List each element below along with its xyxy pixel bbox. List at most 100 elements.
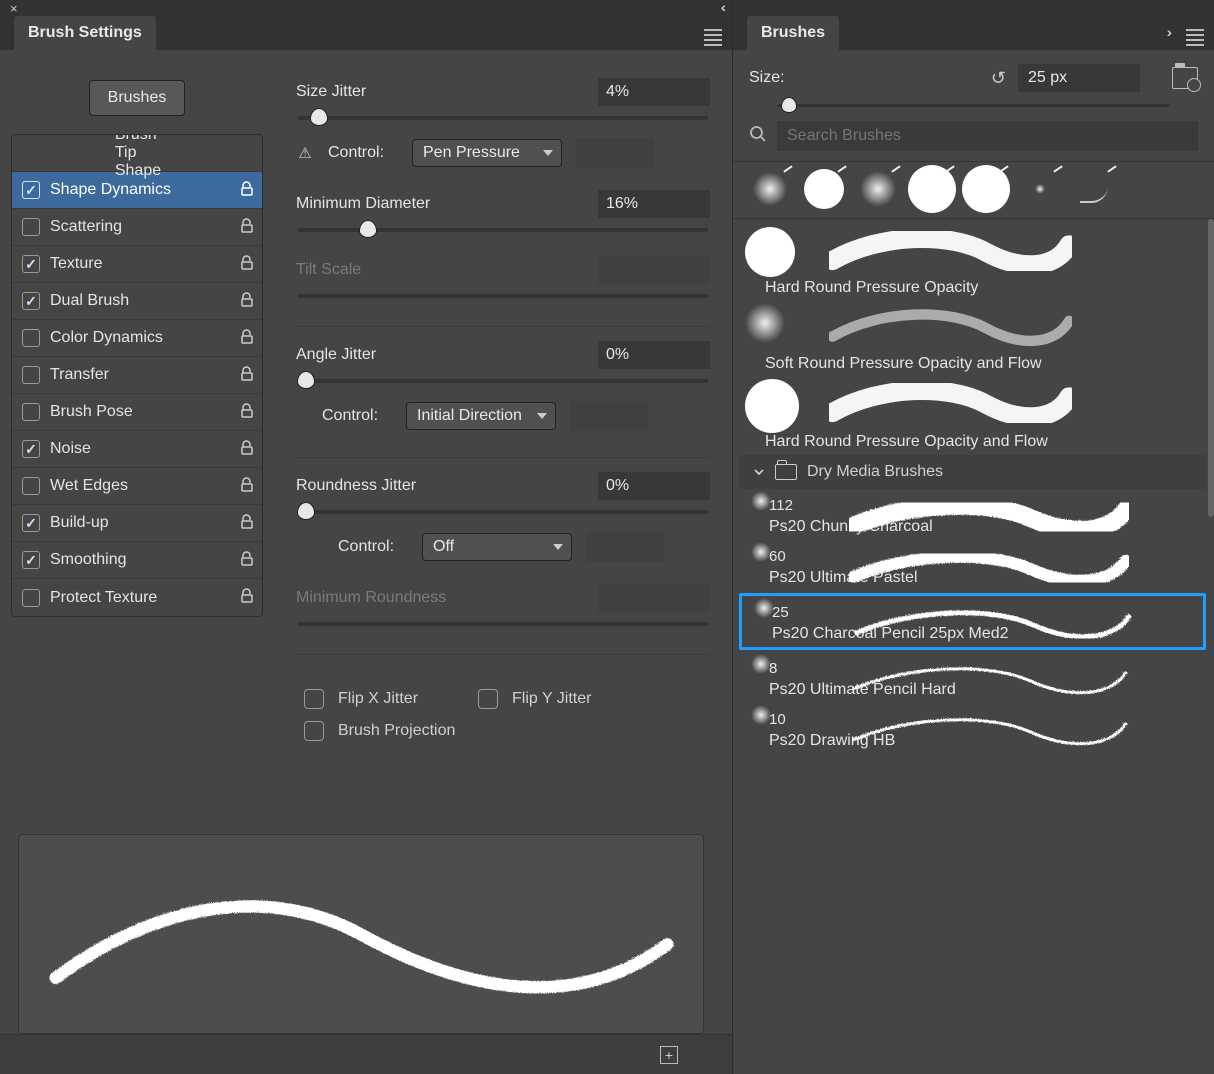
angle-jitter-slider[interactable]: [298, 379, 708, 383]
lock-icon[interactable]: [240, 329, 254, 348]
roundness-jitter-slider[interactable]: [298, 510, 708, 514]
brush-item[interactable]: 8Ps20 Ultimate Pencil Hard: [739, 652, 1206, 703]
collapse-panel-icon[interactable]: ‹‹: [721, 0, 722, 15]
brush-item[interactable]: 10Ps20 Drawing HB: [739, 703, 1206, 754]
option-checkbox[interactable]: [22, 366, 40, 384]
roundness-jitter-value[interactable]: 0%: [598, 472, 710, 500]
lock-icon[interactable]: [240, 292, 254, 311]
option-noise[interactable]: Noise: [12, 431, 262, 468]
recent-brush[interactable]: [851, 166, 905, 212]
recent-brush[interactable]: [1067, 166, 1121, 212]
option-checkbox[interactable]: [22, 292, 40, 310]
tilt-scale-label: Tilt Scale: [296, 261, 361, 279]
option-checkbox[interactable]: [22, 255, 40, 273]
min-roundness-label: Minimum Roundness: [296, 589, 446, 607]
size-control-label: Control:: [328, 144, 398, 162]
panel-menu-icon-right[interactable]: [1186, 26, 1204, 53]
lock-icon[interactable]: [240, 218, 254, 237]
brush-item[interactable]: Hard Round Pressure Opacity and Flow: [739, 377, 1206, 455]
size-control-select[interactable]: Pen Pressure: [412, 139, 562, 167]
angle-control-extra: [570, 401, 648, 431]
folder-dry-media[interactable]: Dry Media Brushes: [739, 455, 1206, 489]
size-jitter-value[interactable]: 4%: [598, 78, 710, 106]
option-checkbox[interactable]: [22, 329, 40, 347]
recent-brush[interactable]: [959, 166, 1013, 212]
option-protect-texture[interactable]: Protect Texture: [12, 579, 262, 616]
brush-item[interactable]: Soft Round Pressure Opacity and Flow: [739, 301, 1206, 377]
roundness-jitter-label: Roundness Jitter: [296, 477, 416, 495]
tilt-scale-group: Tilt Scale: [296, 256, 710, 316]
size-jitter-label: Size Jitter: [296, 83, 366, 101]
expand-panel-icon[interactable]: ››: [1167, 24, 1168, 40]
size-slider[interactable]: [777, 104, 1170, 107]
option-checkbox[interactable]: [22, 551, 40, 569]
size-value-input[interactable]: 25 px: [1018, 64, 1140, 92]
tab-bar: Brush Settings: [0, 14, 732, 50]
brush-item[interactable]: 112Ps20 Chunky Charcoal: [739, 489, 1206, 540]
size-jitter-slider[interactable]: [298, 116, 708, 120]
lock-icon[interactable]: [240, 440, 254, 459]
recent-brush[interactable]: [905, 166, 959, 212]
option-color-dynamics[interactable]: Color Dynamics: [12, 320, 262, 357]
search-icon: [749, 125, 767, 148]
new-preset-icon[interactable]: +: [660, 1046, 678, 1064]
size-label: Size:: [749, 69, 809, 87]
recent-brush[interactable]: [743, 166, 797, 212]
brush-item[interactable]: Hard Round Pressure Opacity: [739, 225, 1206, 301]
lock-icon[interactable]: [240, 514, 254, 533]
option-label: Protect Texture: [50, 589, 230, 607]
brush-projection-checkbox[interactable]: Brush Projection: [304, 721, 455, 741]
lock-icon[interactable]: [240, 181, 254, 200]
option-dual-brush[interactable]: Dual Brush: [12, 283, 262, 320]
brush-item[interactable]: 25Ps20 Charcoal Pencil 25px Med2: [742, 596, 1203, 647]
load-brushes-icon[interactable]: [1172, 67, 1198, 89]
option-brush-pose[interactable]: Brush Pose: [12, 394, 262, 431]
lock-icon[interactable]: [240, 366, 254, 385]
option-label: Noise: [50, 440, 230, 458]
recent-brush[interactable]: [1013, 166, 1067, 212]
option-checkbox[interactable]: [22, 589, 40, 607]
option-scattering[interactable]: Scattering: [12, 209, 262, 246]
min-diameter-value[interactable]: 16%: [598, 190, 710, 218]
option-wet-edges[interactable]: Wet Edges: [12, 468, 262, 505]
brushes-button[interactable]: Brushes: [89, 80, 186, 116]
option-build-up[interactable]: Build-up: [12, 505, 262, 542]
brush-list[interactable]: Hard Round Pressure OpacitySoft Round Pr…: [733, 219, 1214, 1074]
option-checkbox[interactable]: [22, 403, 40, 421]
flip-x-jitter-checkbox[interactable]: Flip X Jitter: [304, 689, 418, 709]
option-label: Scattering: [50, 218, 230, 236]
lock-icon[interactable]: [240, 403, 254, 422]
angle-jitter-label: Angle Jitter: [296, 346, 376, 364]
min-roundness-value: [598, 584, 710, 612]
brush-item[interactable]: 60Ps20 Ultimate Pastel: [739, 540, 1206, 591]
flip-y-jitter-checkbox[interactable]: Flip Y Jitter: [478, 689, 591, 709]
lock-icon[interactable]: [240, 551, 254, 570]
option-smoothing[interactable]: Smoothing: [12, 542, 262, 579]
panel-menu-icon[interactable]: [704, 26, 722, 53]
option-label: Smoothing: [50, 551, 230, 569]
search-brushes-input[interactable]: [777, 121, 1198, 151]
option-texture[interactable]: Texture: [12, 246, 262, 283]
option-checkbox[interactable]: [22, 181, 40, 199]
roundness-control-extra: [586, 532, 664, 562]
tab-brush-settings[interactable]: Brush Settings: [14, 16, 156, 50]
reset-size-icon[interactable]: ↺: [991, 68, 1006, 89]
lock-icon[interactable]: [240, 477, 254, 496]
option-transfer[interactable]: Transfer: [12, 357, 262, 394]
option-checkbox[interactable]: [22, 440, 40, 458]
lock-icon[interactable]: [240, 255, 254, 274]
tab-brushes[interactable]: Brushes: [747, 16, 839, 50]
roundness-control-select[interactable]: Off: [422, 533, 572, 561]
angle-control-label: Control:: [322, 407, 392, 425]
option-checkbox[interactable]: [22, 477, 40, 495]
min-diameter-slider[interactable]: [298, 228, 708, 232]
option-checkbox[interactable]: [22, 514, 40, 532]
option-brush-tip-shape[interactable]: Brush Tip Shape: [12, 135, 262, 172]
lock-icon[interactable]: [240, 588, 254, 607]
angle-jitter-value[interactable]: 0%: [598, 341, 710, 369]
angle-control-select[interactable]: Initial Direction: [406, 402, 556, 430]
recent-brush[interactable]: [797, 166, 851, 212]
size-jitter-group: Size Jitter 4% ⚠ Control: Pen Pressure: [296, 78, 710, 184]
scrollbar[interactable]: [1208, 219, 1214, 517]
option-checkbox[interactable]: [22, 218, 40, 236]
